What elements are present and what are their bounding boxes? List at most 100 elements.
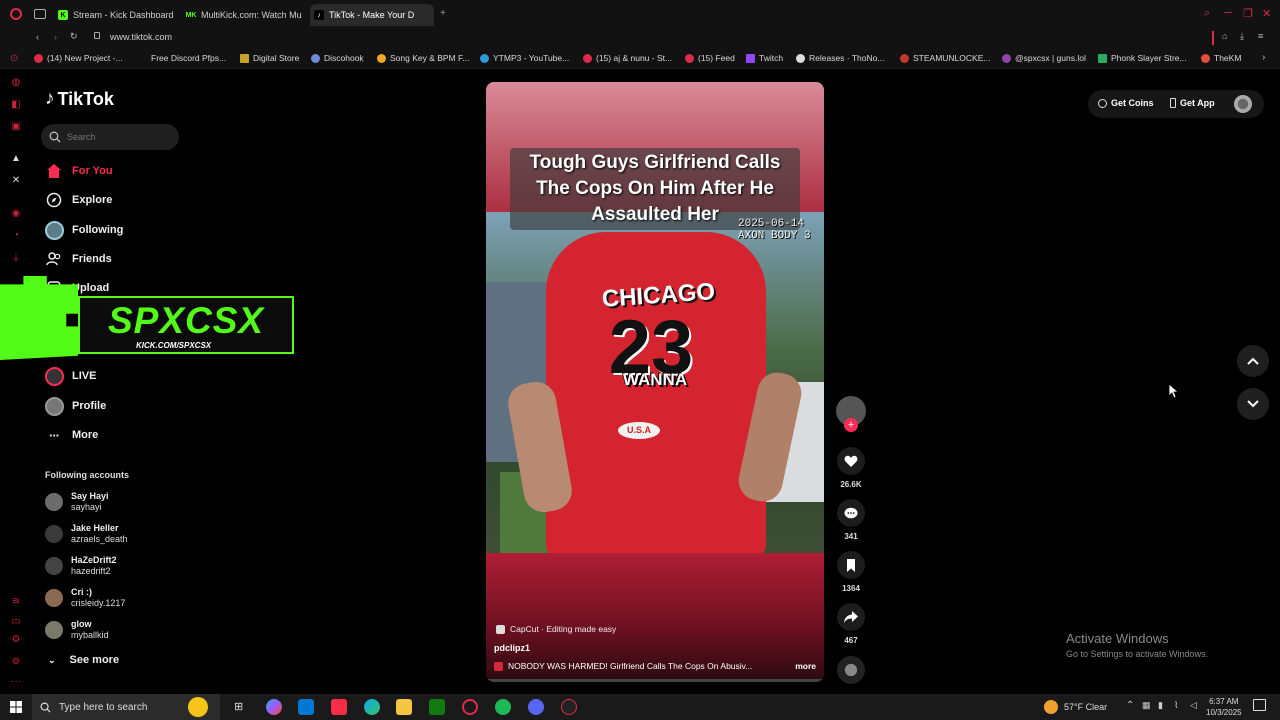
volume-icon[interactable]: ◁ [1190,700,1197,711]
video-author[interactable]: pdclipz1 [494,643,530,653]
sidebar-app-icon[interactable]: ⊚ [10,656,22,668]
bookmark-item[interactable]: Discohook [311,53,364,63]
edge-icon[interactable] [364,699,380,715]
minimize-icon[interactable]: ─ [1224,7,1232,19]
bookmark-item[interactable]: STEAMUNLOCKE... [900,53,990,63]
more-icon[interactable]: ··· [10,676,22,688]
get-app-button[interactable]: Get App [1170,98,1215,108]
sidebar-app-icon[interactable]: ◧ [10,99,22,111]
close-window-icon[interactable]: ✕ [1262,7,1271,20]
spotify-icon[interactable] [495,699,511,715]
follow-plus-icon[interactable]: + [844,418,858,432]
tab-multikick[interactable]: MK MultiKick.com: Watch Mu [182,4,304,26]
easy-setup-icon[interactable]: ≡ [1258,31,1263,41]
notifications-icon[interactable] [1253,699,1266,711]
bookmark-item[interactable]: TheKM [1201,53,1241,63]
nav-more[interactable]: ··· More [44,424,98,446]
music-app-icon[interactable] [331,699,347,715]
following-account-item[interactable]: HaZeDrift2 hazedrift2 [45,551,117,581]
share-icon[interactable] [837,603,865,631]
wifi-icon[interactable]: ≋ [10,596,22,608]
history-icon[interactable]: ◔ [10,230,22,242]
comment-action[interactable]: 341 [836,499,866,541]
bookmark-item[interactable]: Free Discord Pfps... [151,53,226,63]
comment-icon[interactable] [837,499,865,527]
nav-following[interactable]: Following [44,219,123,241]
url-field[interactable]: www.tiktok.com [110,32,172,42]
following-account-item[interactable]: glow myballkid [45,615,109,645]
sidebar-app-icon[interactable]: ▣ [10,121,22,133]
nav-friends[interactable]: Friends [44,248,112,270]
tab-tiktok[interactable]: ♪ TikTok - Make Your D [310,4,434,26]
windows-start-icon[interactable] [10,701,22,713]
tab-kick-dashboard[interactable]: K Stream - Kick Dashboard [54,4,176,26]
copilot-icon[interactable] [266,699,282,715]
download-icon[interactable]: ⤓ [1240,31,1244,42]
bookmark-item[interactable]: Phonk Slayer Stre... [1098,53,1187,63]
bookmark-item[interactable]: @spxcsx | guns.lol [1002,53,1086,63]
video-progress-track[interactable] [486,679,824,682]
bookmark-item[interactable]: (14) New Project -... [34,53,123,63]
app-icon[interactable] [561,699,577,715]
bookmark-item[interactable]: Song Key & BPM F... [377,53,469,63]
more-bookmarks-icon[interactable]: › [1262,52,1265,63]
xbox-icon[interactable] [429,699,445,715]
share-action[interactable]: 467 [836,603,866,645]
settings-icon[interactable]: ⚙ [10,634,22,646]
bookmark-item[interactable]: Digital Store [240,53,299,63]
save-action[interactable]: 1364 [836,551,866,593]
nav-live[interactable]: LIVE [44,365,96,387]
user-avatar[interactable] [1234,95,1252,113]
taskbar-search[interactable]: Type here to search [32,694,220,720]
new-tab-icon[interactable]: + [440,8,446,19]
bookmark-item[interactable]: (15) Feed [685,53,735,63]
bookmark-item[interactable]: YTMP3 - YouTube... [480,53,569,63]
get-coins-button[interactable]: Get Coins [1098,98,1154,108]
opera-logo-icon[interactable] [10,8,22,20]
weather-text[interactable]: 57°F Clear [1064,702,1107,712]
file-explorer-icon[interactable] [396,699,412,715]
previous-video-button[interactable] [1237,345,1269,377]
snapshot-icon[interactable]: ⌂ [1222,31,1227,41]
see-more-button[interactable]: ⌄ See more [48,654,119,666]
sidebar-app-icon[interactable]: ◉ [10,208,22,220]
tray-chevron-icon[interactable]: ⌃ [1126,700,1134,711]
microphone-icon[interactable]: ▮ [1158,700,1163,711]
maximize-icon[interactable]: ❐ [1243,7,1253,20]
forward-icon[interactable]: › [54,32,57,42]
next-video-button[interactable] [1237,388,1269,420]
tiktok-logo[interactable]: ♪ TikTok [45,88,114,110]
search-box[interactable] [41,124,179,150]
nav-explore[interactable]: Explore [44,189,112,211]
following-account-item[interactable]: Jake Heller azraels_death [45,519,128,549]
download-icon[interactable]: ⤓ [10,252,22,264]
network-icon[interactable]: ⌇ [1174,700,1178,711]
sidebar-app-icon[interactable]: ▲ [10,153,22,165]
task-view-icon[interactable]: ⊞ [234,700,243,713]
bookmark-item[interactable]: (15) aj & nunu - St... [583,53,672,63]
nav-for-you[interactable]: For You [44,160,113,182]
creator-avatar[interactable]: + [836,396,866,434]
sidebar-app-icon[interactable]: ▭ [10,616,22,628]
x-icon[interactable]: ✕ [10,175,22,187]
heart-icon[interactable] [837,447,865,475]
sidebar-app-icon[interactable]: ◍ [10,77,22,89]
tab-menu-icon[interactable] [34,9,46,19]
following-account-item[interactable]: Cri :) crisleidy.1217 [45,583,125,613]
video-player[interactable]: CHICAGO 23 U.S.A Tough Guys Girlfriend C… [486,82,824,682]
capcut-tag[interactable]: CapCut · Editing made easy [496,624,616,634]
opera-gx-icon[interactable] [462,699,478,715]
bookmark-item[interactable]: Releases · ThoNo... [796,53,884,63]
following-account-item[interactable]: Say Hayi sayhayi [45,487,109,517]
back-icon[interactable]: ‹ [36,32,39,42]
bookmark-item[interactable]: Twitch [746,53,783,63]
nav-profile[interactable]: Profile [44,395,106,417]
search-tabs-icon[interactable]: ⌕ [1204,7,1210,20]
bookmarks-sidebar-icon[interactable]: ⊙ [10,53,18,64]
bookmark-icon[interactable] [837,551,865,579]
search-input[interactable] [67,132,167,142]
outlook-icon[interactable] [298,699,314,715]
sound-disc[interactable] [836,656,866,684]
discord-icon[interactable] [528,699,544,715]
description-more-button[interactable]: more [795,661,816,671]
